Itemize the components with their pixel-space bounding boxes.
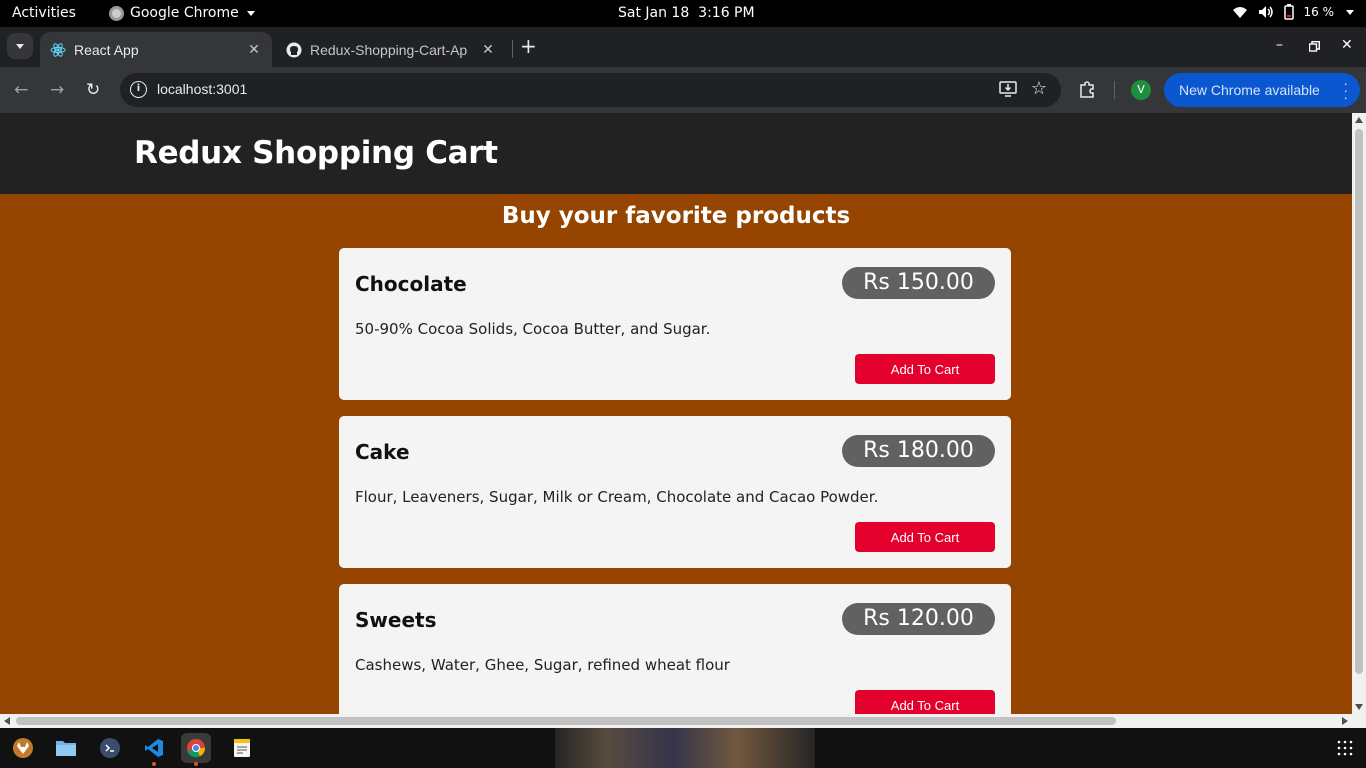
time-label: 3:16 PM [698,5,755,21]
running-indicator [194,762,198,766]
wallpaper-strip [555,728,815,768]
activities-button[interactable]: Activities [12,5,76,21]
tab-strip: React App ✕ Redux-Shopping-Cart-Ap ✕ + –… [0,27,1366,67]
horizontal-scrollbar[interactable] [0,714,1366,728]
new-chrome-available-button[interactable]: New Chrome available · · · [1164,73,1360,107]
add-to-cart-button[interactable]: Add To Cart [855,522,995,552]
tab-divider [512,40,513,58]
github-icon [286,42,302,57]
more-menu-icon[interactable]: · · · [1343,76,1348,104]
price-badge: Rs 120.00 [842,603,995,635]
caret-down-icon [1346,9,1354,15]
address-bar[interactable]: i localhost:3001 ☆ [120,73,1061,107]
product-description: 50-90% Cocoa Solids, Cocoa Butter, and S… [355,320,711,338]
scroll-right-arrow-icon[interactable] [1342,717,1348,725]
vscode-icon[interactable] [139,733,169,766]
date-label: Sat Jan 18 [618,5,690,21]
forward-button[interactable]: → [50,80,64,100]
tab-react-app[interactable]: React App ✕ [40,32,272,67]
files-icon[interactable] [51,733,81,763]
product-card: Chocolate Rs 150.00 50-90% Cocoa Solids,… [339,248,1011,400]
extensions-icon[interactable] [1078,80,1096,98]
site-info-icon[interactable]: i [130,81,147,98]
tab-title: Redux-Shopping-Cart-Ap [310,41,468,58]
product-name: Chocolate [355,272,467,296]
scroll-up-arrow-icon[interactable] [1355,117,1363,123]
battery-percent: 16 % [1303,5,1335,19]
close-icon[interactable]: ✕ [480,41,496,58]
react-icon [50,42,66,57]
gitlab-icon[interactable] [8,733,38,763]
battery-icon [1283,4,1294,20]
add-to-cart-button[interactable]: Add To Cart [855,354,995,384]
chrome-icon [109,5,124,21]
add-to-cart-button[interactable]: Add To Cart [855,690,995,714]
reload-button[interactable]: ↻ [86,80,100,100]
taskbar [0,728,1366,768]
vertical-scrollbar[interactable] [1352,113,1366,714]
price-badge: Rs 150.00 [842,267,995,299]
restore-button[interactable] [1309,41,1320,52]
update-label: New Chrome available [1179,82,1320,98]
terminal-icon[interactable] [95,733,125,763]
tab-search-button[interactable] [7,33,33,59]
caret-down-icon [246,10,255,16]
wifi-icon [1232,7,1247,18]
text-editor-icon[interactable] [227,733,257,763]
product-card: Cake Rs 180.00 Flour, Leaveners, Sugar, … [339,416,1011,568]
volume-icon [1258,6,1273,18]
tab-github[interactable]: Redux-Shopping-Cart-Ap ✕ [276,32,506,67]
page-viewport: Redux Shopping Cart Buy your favorite pr… [0,113,1352,714]
close-icon[interactable]: ✕ [246,41,262,58]
scrollbar-thumb[interactable] [1355,129,1363,674]
system-tray[interactable]: 16 % [1232,4,1354,20]
back-button[interactable]: ← [14,80,28,100]
bookmark-star-icon[interactable]: ☆ [1031,78,1047,99]
close-window-button[interactable]: ✕ [1341,37,1353,53]
profile-avatar[interactable]: V [1131,80,1151,100]
app-menu-label: Google Chrome [130,5,239,21]
toolbar-separator [1114,81,1115,99]
app-title: Redux Shopping Cart [134,135,498,171]
system-top-bar: Activities Google Chrome Sat Jan 18 3:16… [0,0,1366,27]
scrollbar-thumb[interactable] [16,717,1116,725]
running-indicator [152,762,156,766]
product-card: Sweets Rs 120.00 Cashews, Water, Ghee, S… [339,584,1011,714]
browser-toolbar: ← → ↻ i localhost:3001 ☆ V New Chrome av… [0,67,1366,113]
chrome-icon[interactable] [181,733,211,766]
scroll-down-arrow-icon[interactable] [1355,704,1363,710]
product-description: Flour, Leaveners, Sugar, Milk or Cream, … [355,488,879,506]
product-name: Cake [355,440,410,464]
show-apps-grid-icon[interactable] [1337,740,1353,756]
page-subtitle: Buy your favorite products [501,203,851,229]
install-app-icon[interactable] [999,81,1017,97]
scroll-left-arrow-icon[interactable] [4,717,10,725]
price-badge: Rs 180.00 [842,435,995,467]
tab-title: React App [74,41,139,58]
minimize-button[interactable]: – [1276,37,1283,53]
app-header: Redux Shopping Cart [0,113,1352,194]
product-name: Sweets [355,608,437,632]
chevron-down-icon [16,43,24,49]
url-text[interactable]: localhost:3001 [157,81,247,97]
product-description: Cashews, Water, Ghee, Sugar, refined whe… [355,656,730,674]
app-menu[interactable]: Google Chrome [109,5,255,21]
new-tab-button[interactable]: + [520,36,537,56]
clock[interactable]: Sat Jan 18 3:16 PM [618,5,755,21]
